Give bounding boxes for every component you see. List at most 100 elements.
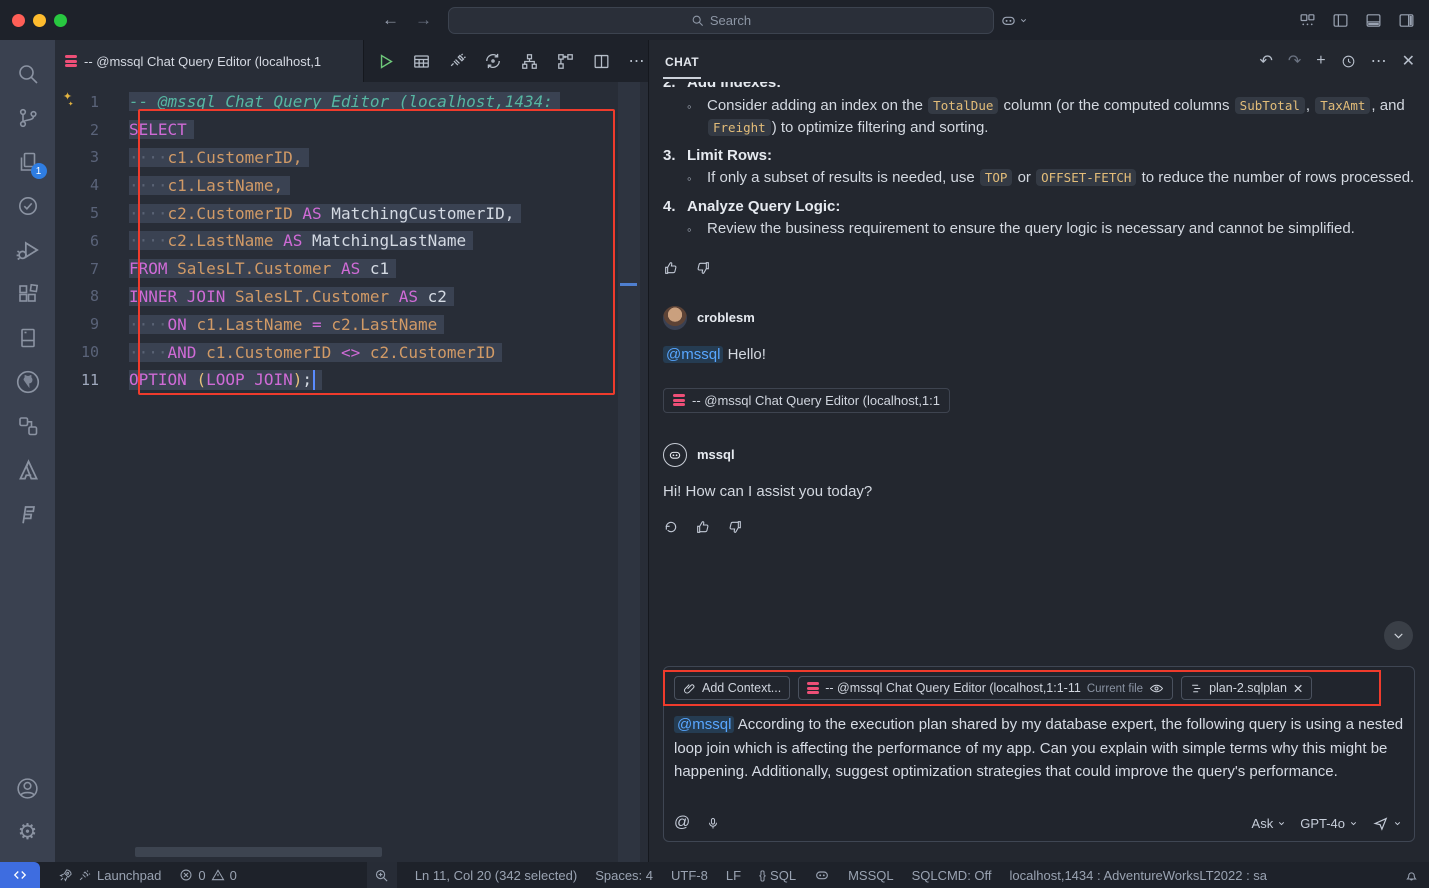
mssql-status[interactable]: MSSQL bbox=[848, 868, 894, 883]
activity-search[interactable] bbox=[6, 52, 50, 96]
horizontal-scrollbar[interactable] bbox=[135, 847, 382, 857]
message-attachment-pill[interactable]: -- @mssql Chat Query Editor (localhost,1… bbox=[663, 388, 950, 413]
thumbs-down-icon[interactable] bbox=[695, 260, 711, 276]
history-icon[interactable] bbox=[1341, 54, 1356, 69]
new-chat-icon[interactable]: + bbox=[1316, 52, 1325, 70]
results-grid-button[interactable] bbox=[410, 50, 432, 72]
title-bar: ← → Search bbox=[0, 0, 1429, 40]
estimated-plan-button[interactable] bbox=[518, 50, 540, 72]
connection-status[interactable]: localhost,1434 : AdventureWorksLT2022 : … bbox=[1010, 868, 1268, 883]
bullet-text: Consider adding an index on the TotalDue… bbox=[707, 95, 1415, 140]
code-line[interactable]: 3····c1.CustomerID, bbox=[55, 144, 648, 172]
chat-input-box[interactable]: Add Context... -- @mssql Chat Query Edit… bbox=[663, 666, 1415, 842]
line-number: 4 bbox=[55, 176, 99, 194]
code-line[interactable]: 5····c2.CustomerID AS MatchingCustomerID… bbox=[55, 199, 648, 227]
chat-tab[interactable]: CHAT bbox=[663, 43, 701, 79]
activity-explorer[interactable]: 1 bbox=[6, 140, 50, 184]
code-line[interactable]: 7FROM SalesLT.Customer AS c1 bbox=[55, 255, 648, 283]
launchpad-button[interactable]: Launchpad bbox=[58, 868, 161, 883]
cursor-position[interactable]: Ln 11, Col 20 (342 selected) bbox=[415, 868, 577, 883]
disconnect-button[interactable] bbox=[446, 50, 468, 72]
minimize-window-button[interactable] bbox=[33, 14, 46, 27]
navigate-forward-icon[interactable]: → bbox=[415, 10, 432, 30]
thumbs-down-icon[interactable] bbox=[727, 519, 743, 535]
activity-source-control[interactable] bbox=[6, 96, 50, 140]
toggle-primary-sidebar-icon[interactable] bbox=[1332, 12, 1349, 29]
code-line[interactable]: 10····AND c1.CustomerID <> c2.CustomerID bbox=[55, 338, 648, 366]
activity-github[interactable] bbox=[6, 360, 50, 404]
navigate-back-icon[interactable]: ← bbox=[382, 10, 399, 30]
maximize-window-button[interactable] bbox=[54, 14, 67, 27]
copilot-status[interactable] bbox=[814, 867, 830, 883]
minimap[interactable] bbox=[618, 82, 640, 862]
settings-button[interactable]: ⚙ bbox=[6, 810, 50, 854]
redo-request-icon[interactable]: ↷ bbox=[1288, 51, 1301, 71]
code-line[interactable]: 9····ON c1.LastName = c2.LastName bbox=[55, 310, 648, 338]
line-number: 10 bbox=[55, 343, 99, 361]
model-picker-button[interactable]: GPT-4o bbox=[1300, 816, 1358, 831]
rerun-icon[interactable] bbox=[663, 519, 679, 535]
code-line[interactable]: 1-- @mssql Chat Query Editor (localhost,… bbox=[55, 88, 648, 116]
notifications-bell[interactable] bbox=[1404, 868, 1419, 883]
database-file-icon bbox=[807, 682, 819, 694]
thumbs-up-icon[interactable] bbox=[695, 519, 711, 535]
close-chat-icon[interactable]: ✕ bbox=[1402, 51, 1415, 71]
close-window-button[interactable] bbox=[12, 14, 25, 27]
thumbs-up-icon[interactable] bbox=[663, 260, 679, 276]
activity-fabric[interactable] bbox=[6, 492, 50, 536]
split-editor-button[interactable] bbox=[590, 50, 612, 72]
eol-sequence[interactable]: LF bbox=[726, 868, 741, 883]
customize-layout-icon[interactable] bbox=[1299, 12, 1316, 29]
remove-chip-icon[interactable]: ✕ bbox=[1293, 681, 1303, 696]
toggle-secondary-sidebar-icon[interactable] bbox=[1398, 12, 1415, 29]
editor-tab[interactable]: -- @mssql Chat Query Editor (localhost,1 bbox=[55, 40, 364, 82]
code-line[interactable]: 8INNER JOIN SalesLT.Customer AS c2 bbox=[55, 283, 648, 311]
more-actions-button[interactable]: ⋯ bbox=[626, 50, 648, 72]
activity-testing[interactable] bbox=[6, 184, 50, 228]
accounts-button[interactable] bbox=[6, 766, 50, 810]
zoom-indicator[interactable] bbox=[367, 862, 397, 888]
encoding[interactable]: UTF-8 bbox=[671, 868, 708, 883]
problems-indicator[interactable]: 0 0 bbox=[179, 868, 236, 883]
activity-connections[interactable] bbox=[6, 404, 50, 448]
remote-indicator[interactable] bbox=[0, 862, 40, 888]
copilot-sparkle-icon[interactable]: ✦✦ bbox=[63, 86, 73, 109]
indentation[interactable]: Spaces: 4 bbox=[595, 868, 653, 883]
code-line[interactable]: 11OPTION (LOOP JOIN); bbox=[55, 366, 648, 394]
chat-input-text[interactable]: @mssql According to the execution plan s… bbox=[674, 713, 1414, 784]
eye-icon[interactable] bbox=[1149, 681, 1164, 696]
activity-extensions[interactable] bbox=[6, 272, 50, 316]
sqlcmd-status[interactable]: SQLCMD: Off bbox=[912, 868, 992, 883]
plug-icon bbox=[448, 52, 467, 71]
plan-file-chip[interactable]: plan-2.sqlplan ✕ bbox=[1181, 676, 1312, 700]
microphone-icon[interactable] bbox=[706, 816, 720, 831]
mode-picker-button[interactable]: Ask bbox=[1252, 816, 1287, 831]
code-line[interactable]: 2SELECT bbox=[55, 116, 648, 144]
copilot-menu-button[interactable] bbox=[1000, 12, 1028, 29]
current-file-chip[interactable]: -- @mssql Chat Query Editor (localhost,1… bbox=[798, 676, 1173, 700]
chat-more-icon[interactable]: ⋯ bbox=[1371, 51, 1387, 71]
mention-picker-button[interactable]: @ bbox=[674, 814, 690, 832]
toggle-panel-icon[interactable] bbox=[1365, 12, 1382, 29]
activity-azure[interactable] bbox=[6, 448, 50, 492]
command-center-search[interactable]: Search bbox=[448, 7, 994, 34]
activity-run-debug[interactable] bbox=[6, 228, 50, 272]
code-line[interactable]: 4 ····c1.LastName, bbox=[55, 171, 648, 199]
add-context-button[interactable]: Add Context... bbox=[674, 676, 790, 700]
scroll-to-bottom-button[interactable] bbox=[1384, 621, 1413, 650]
actual-plan-button[interactable] bbox=[554, 50, 576, 72]
send-button[interactable] bbox=[1372, 815, 1402, 832]
activity-database-projects[interactable] bbox=[6, 316, 50, 360]
code-text: ····c2.LastName AS MatchingLastName bbox=[129, 231, 473, 250]
language-mode[interactable]: {} SQL bbox=[759, 868, 796, 883]
refresh-connection-button[interactable] bbox=[482, 50, 504, 72]
code-line[interactable]: 6····c2.LastName AS MatchingLastName bbox=[55, 227, 648, 255]
code-text: SELECT bbox=[129, 120, 194, 139]
code-text: ····c1.LastName, bbox=[129, 176, 290, 195]
code-editor[interactable]: ✦✦ 1-- @mssql Chat Query Editor (localho… bbox=[55, 82, 648, 862]
play-icon bbox=[376, 52, 395, 71]
run-query-button[interactable] bbox=[374, 50, 396, 72]
copilot-icon bbox=[668, 448, 682, 462]
undo-request-icon[interactable]: ↶ bbox=[1259, 51, 1272, 71]
bullet-text: Review the business requirement to ensur… bbox=[707, 218, 1355, 242]
